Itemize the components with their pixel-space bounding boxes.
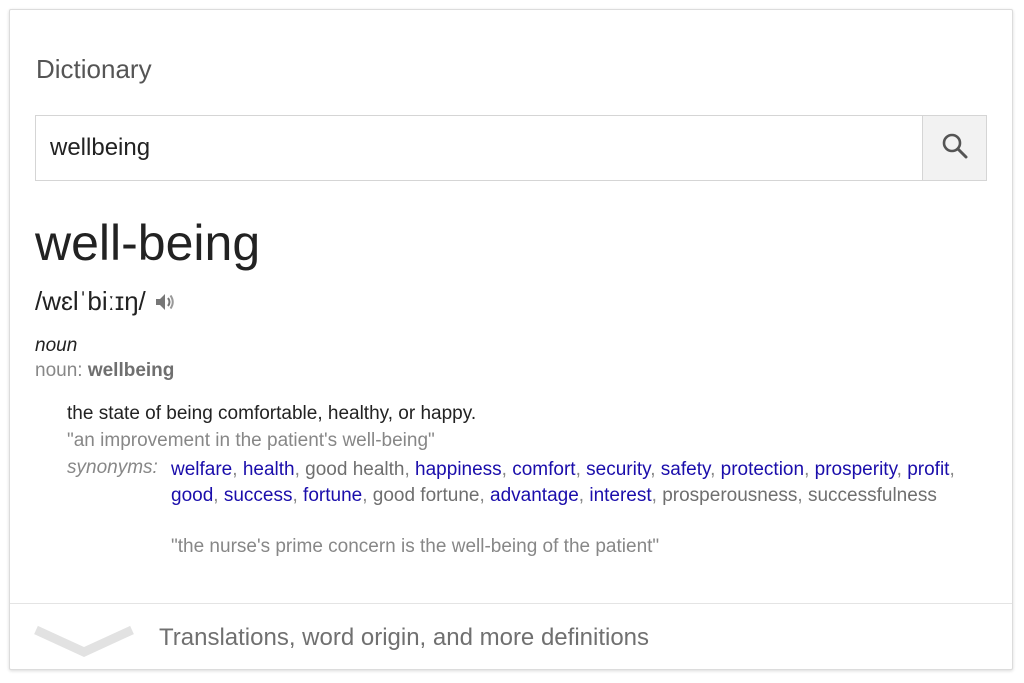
synonym-separator: ,: [578, 485, 590, 506]
synonym-link[interactable]: good: [171, 485, 213, 506]
synonym-separator: ,: [650, 459, 661, 480]
synonym-link[interactable]: profit: [907, 459, 949, 480]
synonym-separator: ,: [651, 485, 663, 506]
synonym-link[interactable]: comfort: [512, 459, 575, 480]
synonym-text: prosperousness: [662, 485, 798, 506]
search-input[interactable]: [36, 116, 922, 180]
synonym-separator: ,: [896, 459, 908, 480]
search-button[interactable]: [922, 116, 986, 180]
synonym-separator: ,: [575, 459, 587, 480]
synonym-text: good fortune: [372, 485, 480, 506]
synonym-separator: ,: [232, 459, 243, 480]
synonym-link[interactable]: health: [243, 459, 295, 480]
part-of-speech: noun: [35, 335, 78, 356]
chevron-down-icon: [32, 622, 136, 663]
synonym-link[interactable]: protection: [721, 459, 804, 480]
synonym-link[interactable]: fortune: [303, 485, 362, 506]
synonym-separator: ,: [404, 459, 416, 480]
more-definitions-row[interactable]: Translations, word origin, and more defi…: [10, 604, 1012, 670]
synonym-separator: ,: [213, 485, 224, 506]
synonym-link[interactable]: advantage: [490, 485, 579, 506]
definition: the state of being comfortable, healthy,…: [67, 403, 477, 424]
synonym-link[interactable]: interest: [589, 485, 651, 506]
variant-line: noun: wellbeing: [35, 360, 174, 382]
synonym-separator: ,: [501, 459, 513, 480]
synonym-separator: ,: [294, 459, 306, 480]
synonyms-label: synonyms:: [67, 457, 158, 478]
synonym-link[interactable]: safety: [661, 459, 710, 480]
synonym-separator: ,: [292, 485, 304, 506]
search-box: [35, 115, 987, 181]
pronunciation-row: /wɛlˈbiːɪŋ/: [35, 286, 176, 317]
synonym-separator: ,: [797, 485, 808, 506]
variant-label: noun:: [35, 360, 83, 381]
more-definitions-label: Translations, word origin, and more defi…: [159, 624, 650, 651]
search-icon: [941, 132, 969, 165]
synonym-text: good health: [305, 459, 405, 480]
synonym-link[interactable]: happiness: [415, 459, 502, 480]
synonym-text: successfulness: [807, 485, 937, 506]
card-title: Dictionary: [36, 54, 152, 84]
synonym-link[interactable]: welfare: [171, 459, 232, 480]
synonym-separator: ,: [949, 459, 955, 480]
synonym-separator: ,: [710, 459, 721, 480]
speaker-icon[interactable]: [154, 292, 176, 312]
headword: well-being: [35, 215, 261, 271]
synonyms-list: welfare, health, good health, happiness,…: [171, 457, 991, 509]
variant-word: wellbeing: [87, 360, 175, 381]
example-sentence: "an improvement in the patient's well-be…: [67, 430, 435, 451]
synonym-link[interactable]: success: [224, 485, 293, 506]
phonetic-spelling: /wɛlˈbiːɪŋ/: [35, 286, 146, 316]
synonym-separator: ,: [362, 485, 373, 506]
synonym-link[interactable]: prosperity: [815, 459, 897, 480]
dictionary-card: Dictionary well-being /wɛlˈbiːɪŋ/ noun n…: [9, 9, 1013, 670]
synonym-separator: ,: [479, 485, 491, 506]
synonym-example: "the nurse's prime concern is the well-b…: [171, 536, 660, 557]
synonym-link[interactable]: security: [586, 459, 650, 480]
synonym-separator: ,: [804, 459, 815, 480]
